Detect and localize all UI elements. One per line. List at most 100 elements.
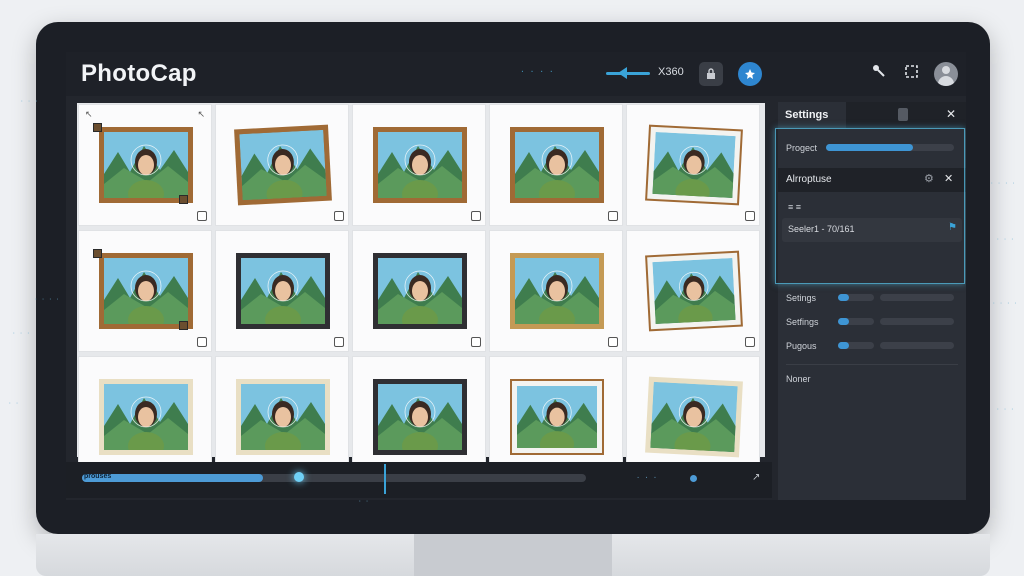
setting-slider-fill <box>838 318 849 325</box>
crop-corner-handle[interactable] <box>93 249 102 258</box>
monitor-stand <box>414 534 612 576</box>
badge-icon <box>745 69 755 79</box>
selection-field[interactable]: Seeler1 - 70/161 ⚑ <box>782 218 962 242</box>
resize-arrow-icon[interactable]: ↖ <box>197 109 205 120</box>
framed-portrait-image <box>99 253 193 329</box>
photo-thumbnail[interactable] <box>626 104 760 226</box>
subsection-close-icon[interactable]: ✕ <box>944 172 953 185</box>
photo-thumbnail[interactable] <box>352 230 486 352</box>
playhead-marker[interactable] <box>384 464 386 494</box>
subsection-title: Alrroptuse <box>786 174 832 185</box>
setting-label: Setings <box>786 293 817 303</box>
key-icon <box>873 65 885 77</box>
photo-thumbnail[interactable] <box>626 356 760 478</box>
expand-arrow-icon[interactable]: ↗ <box>752 472 760 483</box>
crop-corner-handle[interactable] <box>93 123 102 132</box>
decor-text: · · · · <box>990 180 1016 187</box>
select-checkbox-icon[interactable] <box>197 211 207 221</box>
toolbar-readout: · · · · <box>520 67 554 76</box>
selection-text: Seeler1 - 70/161 <box>788 224 855 234</box>
photo-thumbnail[interactable] <box>215 230 349 352</box>
setting-label: Pugous <box>786 341 817 351</box>
framed-portrait-image <box>510 127 604 203</box>
framed-portrait-image <box>99 127 193 203</box>
photo-thumbnail[interactable] <box>78 356 212 478</box>
footer-label: Noner <box>786 374 811 384</box>
framed-portrait-image <box>99 379 193 455</box>
setting-value-bar[interactable] <box>880 294 954 301</box>
framed-portrait-image <box>373 379 467 455</box>
share-button[interactable] <box>738 62 762 86</box>
flag-icon[interactable]: ⚑ <box>948 222 957 233</box>
crop-corner-handle[interactable] <box>179 195 188 204</box>
subsection-header: Alrroptuse ⚙ ✕ <box>778 168 966 192</box>
decor-text: · · · <box>996 236 1015 243</box>
section-mark: ≡ ≡ <box>788 202 802 212</box>
photo-thumbnail[interactable] <box>489 230 623 352</box>
photo-thumbnail[interactable] <box>78 230 212 352</box>
decor-text: · · <box>8 400 19 407</box>
select-checkbox-icon[interactable] <box>334 337 344 347</box>
setting-value-bar[interactable] <box>880 342 954 349</box>
framed-portrait-image <box>234 124 332 206</box>
select-checkbox-icon[interactable] <box>745 337 755 347</box>
decor-text: · · · · <box>34 296 60 303</box>
select-checkbox-icon[interactable] <box>471 337 481 347</box>
framed-portrait-image <box>373 127 467 203</box>
zoom-level: X360 <box>658 66 684 78</box>
framed-portrait-image <box>645 376 743 458</box>
lock-button[interactable] <box>699 62 723 86</box>
app-title: PhotoCap <box>81 60 197 87</box>
select-checkbox-icon[interactable] <box>471 211 481 221</box>
framed-portrait-image <box>236 253 330 329</box>
document-icon[interactable] <box>898 108 908 121</box>
crop-button[interactable] <box>904 64 919 83</box>
photo-thumbnail[interactable] <box>215 356 349 478</box>
setting-slider-fill <box>838 294 849 301</box>
photo-thumbnail[interactable] <box>489 356 623 478</box>
select-checkbox-icon[interactable] <box>197 337 207 347</box>
setting-label: Setfings <box>786 317 819 327</box>
lock-icon <box>707 68 715 79</box>
setting-slider-fill <box>838 342 849 349</box>
setting-value-bar[interactable] <box>880 318 954 325</box>
key-button[interactable] <box>872 64 886 82</box>
decor-text: · · · <box>20 98 39 105</box>
settings-panel: Settings ✕ Progect Alrroptuse ⚙ ✕ ≡ ≡ Se… <box>778 102 966 500</box>
photo-thumbnail[interactable]: ↖ ↖ <box>78 104 212 226</box>
close-icon[interactable]: ✕ <box>946 107 956 121</box>
progress-handle[interactable] <box>294 472 304 482</box>
select-checkbox-icon[interactable] <box>608 337 618 347</box>
progress-label: prouses <box>84 473 112 480</box>
select-checkbox-icon[interactable] <box>608 211 618 221</box>
select-checkbox-icon[interactable] <box>745 211 755 221</box>
photo-thumbnail[interactable] <box>626 230 760 352</box>
settings-gear-icon[interactable]: ⚙ <box>924 172 934 185</box>
photo-thumbnail[interactable] <box>215 104 349 226</box>
status-dot <box>690 475 697 482</box>
photo-thumbnail[interactable] <box>352 104 486 226</box>
photo-thumbnail[interactable] <box>489 104 623 226</box>
select-checkbox-icon[interactable] <box>334 211 344 221</box>
framed-portrait-image <box>645 250 743 332</box>
framed-portrait-image <box>373 253 467 329</box>
preset-slider-fill <box>826 144 913 151</box>
framed-portrait-image <box>236 379 330 455</box>
progress-bar-area: prouses · · · ↗ <box>66 462 772 498</box>
tab-settings[interactable]: Settings <box>778 102 846 128</box>
resize-arrow-icon[interactable]: ↖ <box>85 109 93 120</box>
framed-portrait-image <box>645 124 743 206</box>
app-window: PhotoCap · · · · X360 ↖ ↖ prouses · · · … <box>66 52 966 500</box>
zoom-slider[interactable] <box>606 72 650 75</box>
framed-portrait-image <box>510 379 604 455</box>
crop-corner-handle[interactable] <box>179 321 188 330</box>
zoom-handle[interactable] <box>618 67 627 79</box>
photo-grid: ↖ ↖ <box>77 103 765 478</box>
user-avatar[interactable] <box>934 62 958 86</box>
preset-label: Progect <box>786 143 818 153</box>
decor-text: · · <box>358 498 369 505</box>
decor-text: · · · <box>996 406 1015 413</box>
decor-text: · · · · <box>992 300 1018 307</box>
photo-thumbnail[interactable] <box>352 356 486 478</box>
decor-text: · · · <box>12 330 31 337</box>
